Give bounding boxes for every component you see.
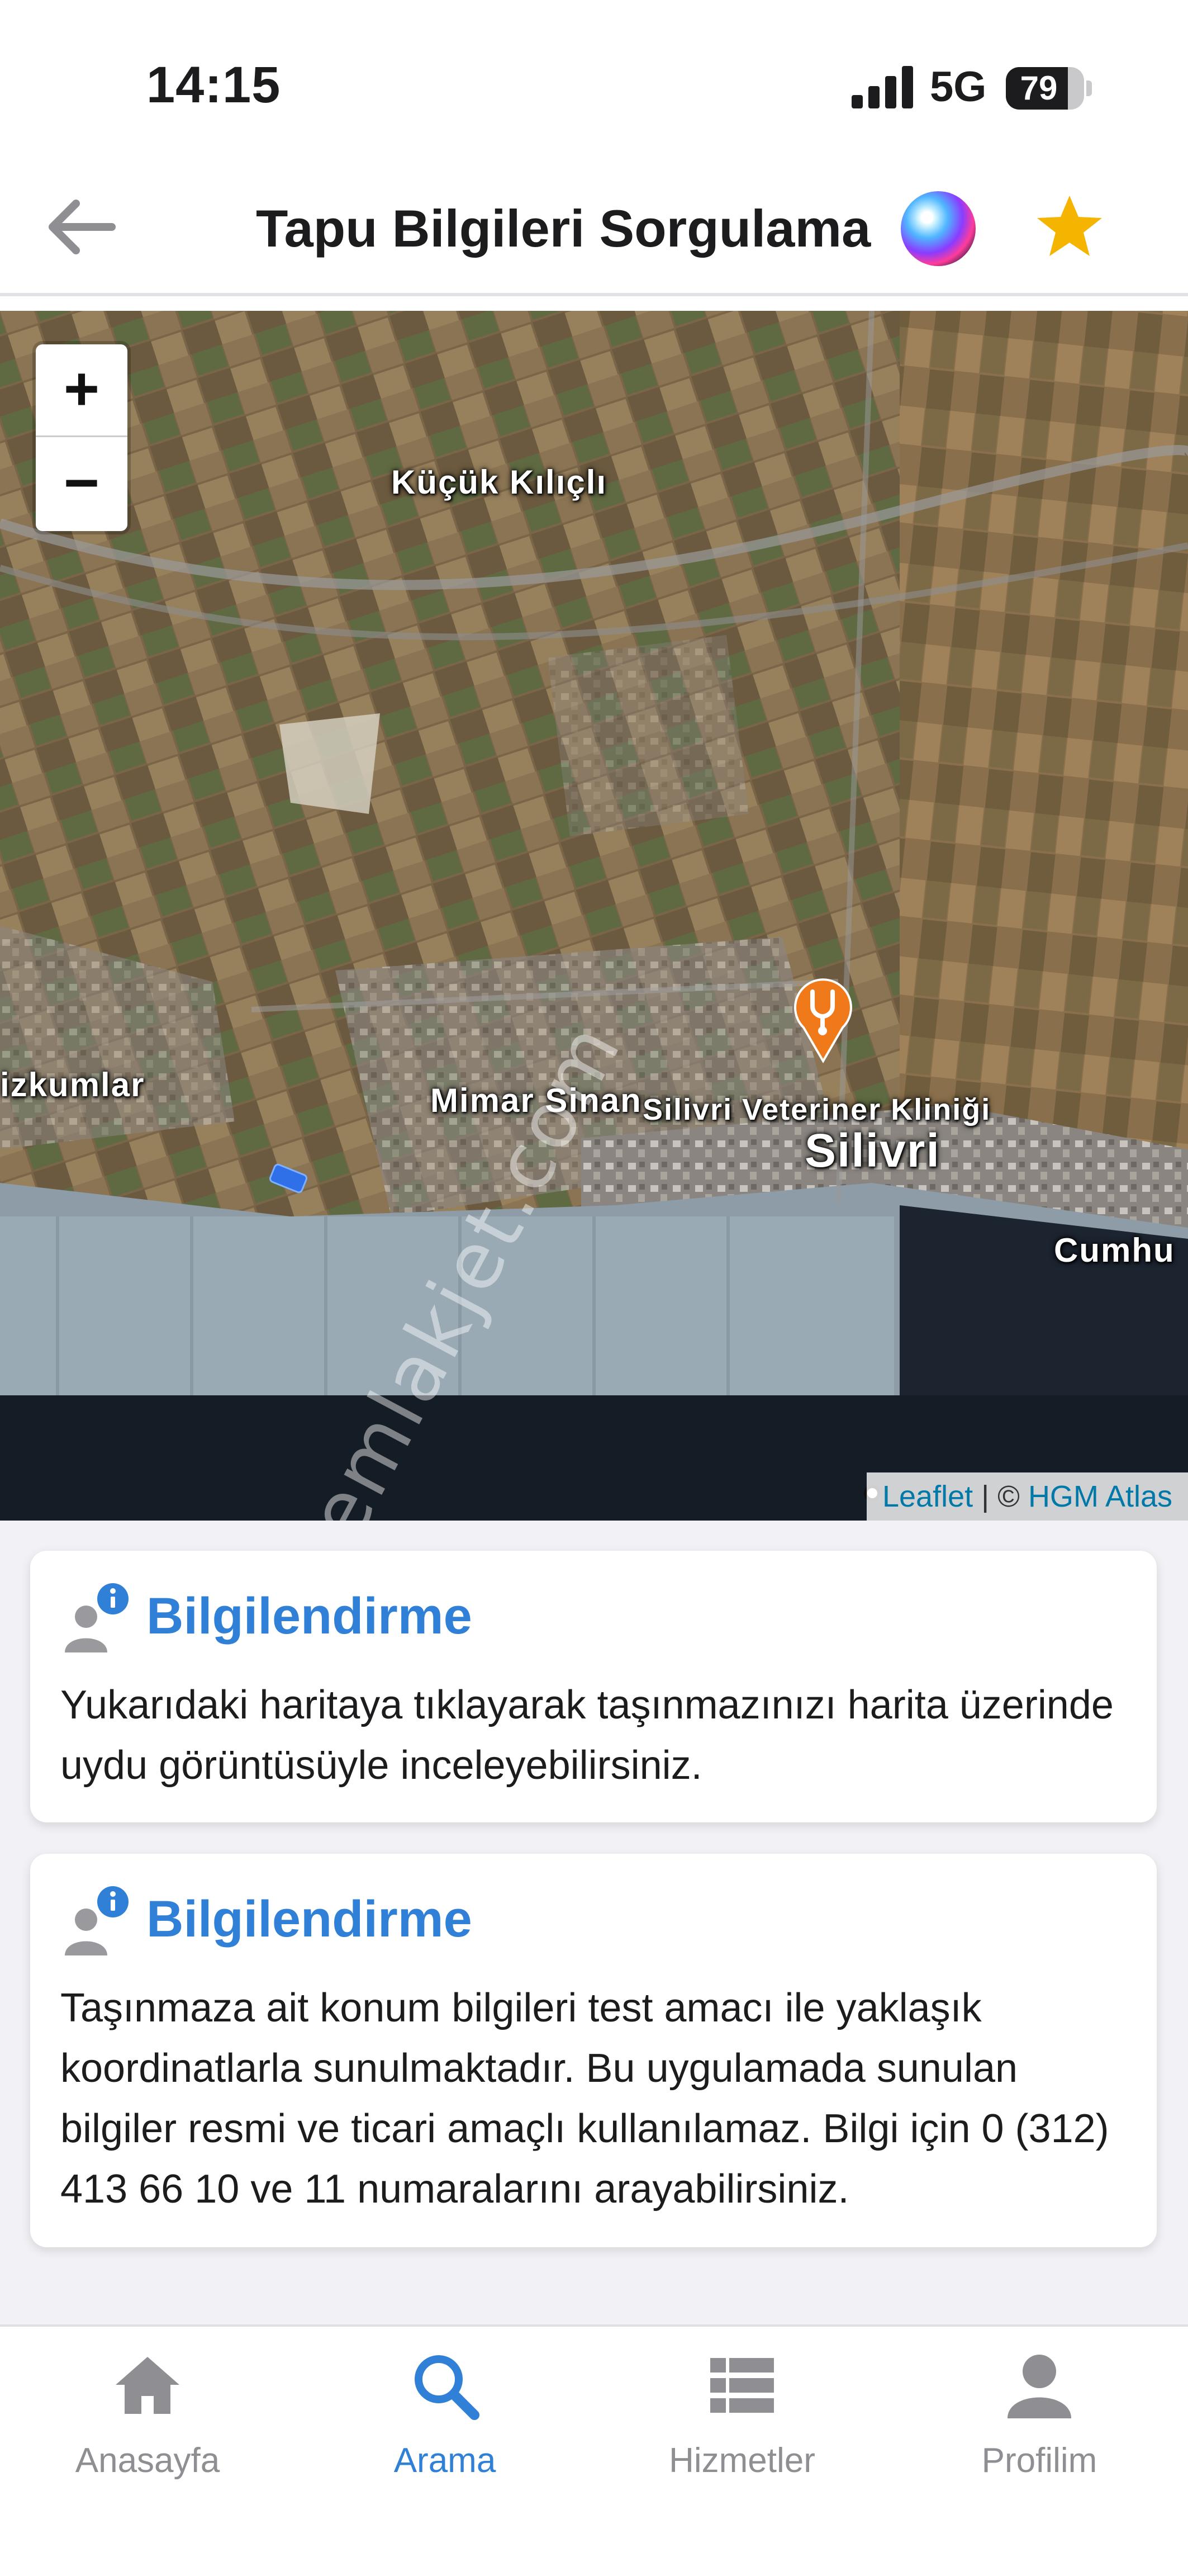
battery-level: 79 [1020,69,1058,107]
home-icon [116,2357,179,2414]
map-attribution: Leaflet | © HGM Atlas [866,1472,1188,1521]
zoom-control: + − [36,344,127,531]
status-time: 14:15 [146,56,281,113]
page-title: Tapu Bilgileri Sorgulama [256,199,871,258]
tab-label: Anasayfa [75,2441,220,2480]
map-label-veteriner: Silivri Veteriner Kliniği [643,1093,991,1126]
provider-link[interactable]: HGM Atlas [1028,1480,1172,1513]
map-label-izkumlar: izkumlar [0,1066,145,1104]
tab-home[interactable]: Anasayfa [30,2349,265,2506]
battery-icon: 79 [1006,67,1084,110]
attribution-separator: | © [973,1480,1028,1513]
card-title: Bilgilendirme [146,1891,472,1948]
user-info-icon [65,1583,129,1652]
map-label-kucuk-kilicli: Küçük Kılıçlı [391,463,607,501]
search-icon [415,2355,479,2420]
info-card: Bilgilendirme Yukarıdaki haritaya tıklay… [30,1551,1157,1822]
user-info-icon [65,1886,129,1955]
zoom-in-button[interactable]: + [36,344,127,437]
leaflet-link[interactable]: Leaflet [882,1480,973,1513]
info-card: Bilgilendirme Taşınmaza ait konum bilgil… [30,1854,1157,2247]
map[interactable]: Küçük Kılıçlı izkumlar Mimar Sinan Siliv… [0,311,1188,1521]
card-title: Bilgilendirme [146,1588,472,1645]
star-icon[interactable] [1035,192,1104,262]
siri-icon[interactable] [901,191,976,266]
zoom-out-button[interactable]: − [36,438,127,531]
tab-profile[interactable]: Profilim [922,2349,1157,2506]
info-section: Bilgilendirme Yukarıdaki haritaya tıklay… [0,1521,1188,2326]
map-label-cumhu: Cumhu [1054,1232,1175,1269]
veterinary-marker-icon[interactable] [792,974,854,1063]
signal-icon [852,66,913,108]
network-type: 5G [930,63,987,111]
tab-label: Hizmetler [669,2441,815,2480]
back-arrow-icon[interactable] [42,193,121,261]
profile-icon [1008,2355,1071,2418]
header: Tapu Bilgileri Sorgulama [0,162,1188,296]
tab-label: Arama [393,2441,496,2480]
card-text: Taşınmaza ait konum bilgileri test amacı… [60,1986,1109,2212]
status-bar: 14:15 5G 79 [0,0,1188,162]
tab-bar: Anasayfa Arama Hizmetler Profilim [0,2324,1188,2576]
tab-label: Profilim [981,2441,1097,2480]
card-text: Yukarıdaki haritaya tıklayarak taşınmazı… [60,1683,1114,1788]
battery-cap [1086,80,1092,96]
tab-services[interactable]: Hizmetler [625,2349,859,2506]
tab-search[interactable]: Arama [327,2349,562,2506]
map-label-silivri: Silivri [805,1124,940,1177]
list-icon [710,2358,774,2413]
